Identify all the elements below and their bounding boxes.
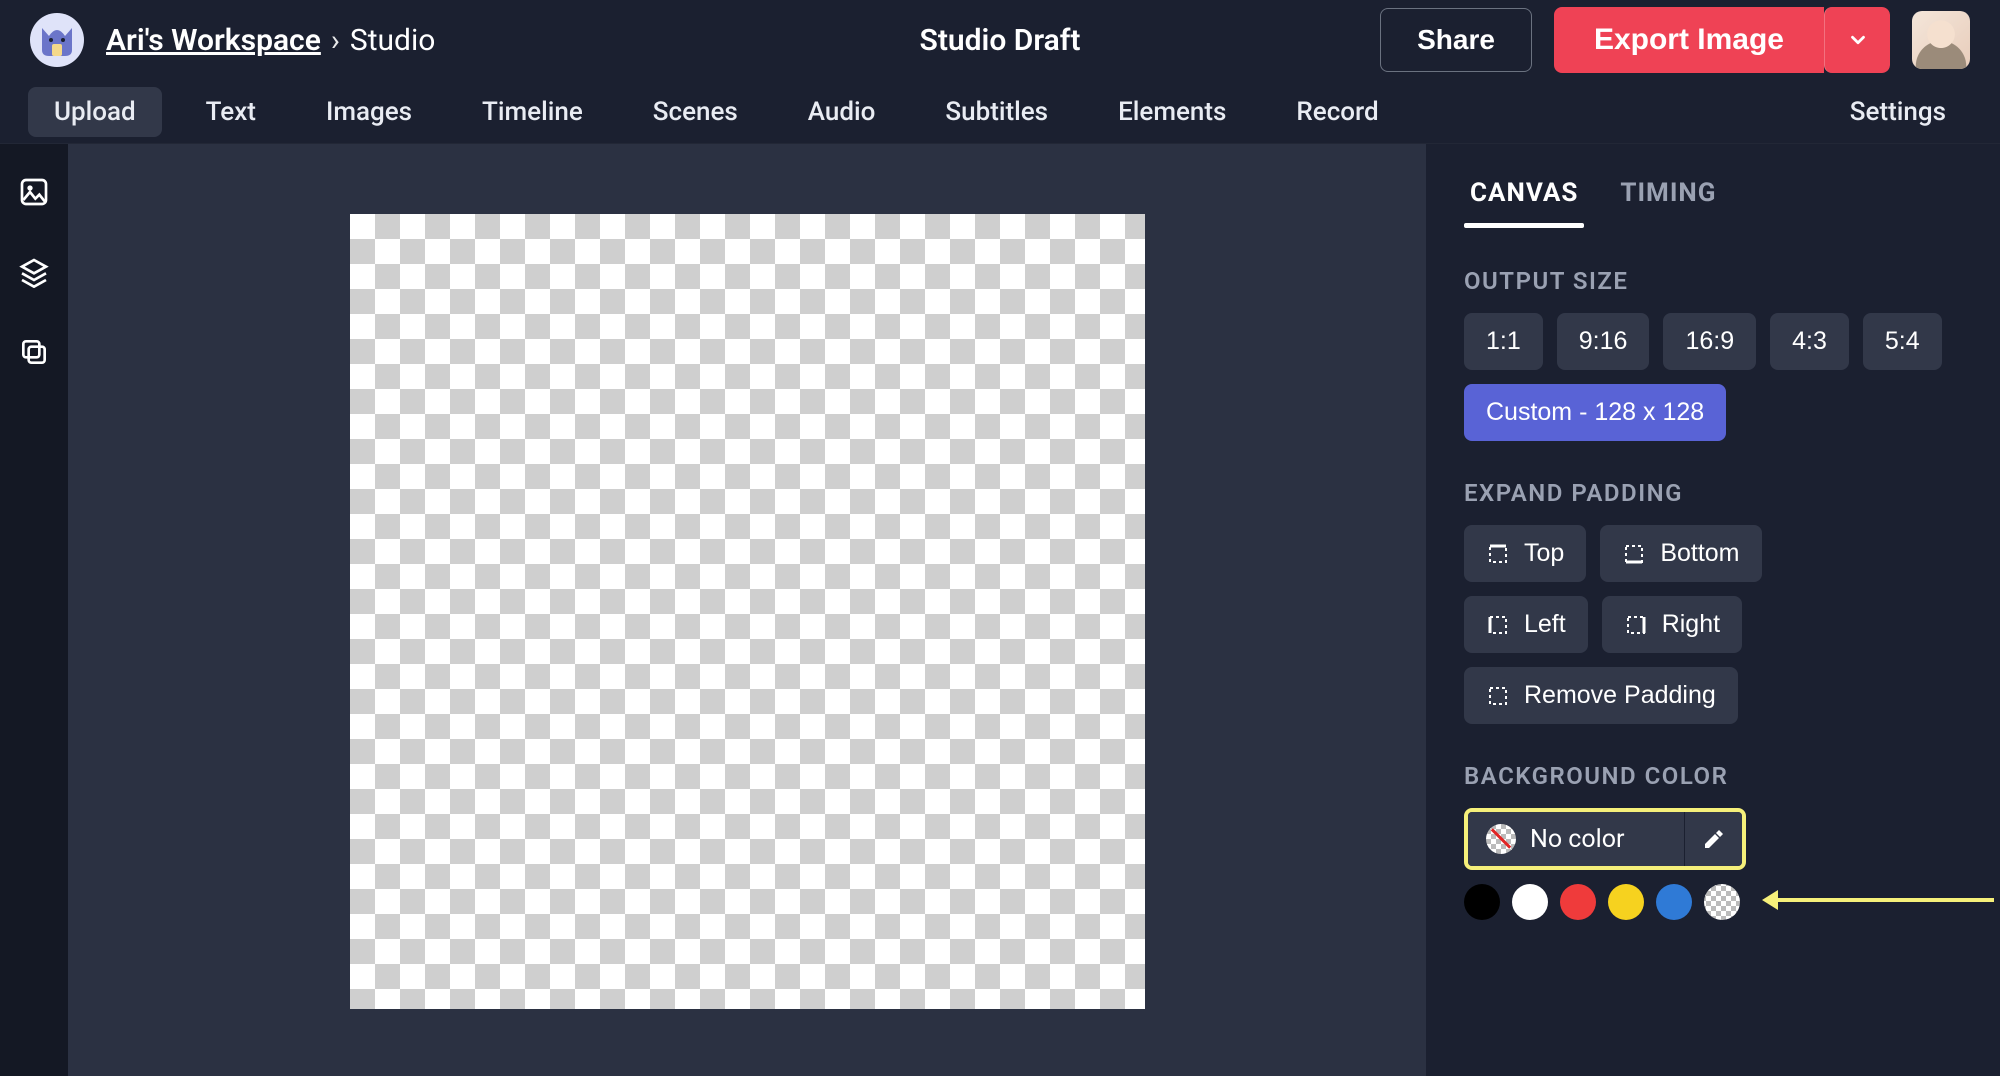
tool-images[interactable]: Images bbox=[300, 87, 438, 137]
workspace-link[interactable]: Ari's Workspace bbox=[106, 23, 321, 58]
swatch-red[interactable] bbox=[1560, 884, 1596, 920]
ratio-5-4[interactable]: 5:4 bbox=[1863, 313, 1942, 370]
padding-row-3: Remove Padding bbox=[1464, 667, 1976, 724]
breadcrumb: Ari's Workspace › Studio bbox=[106, 23, 435, 58]
output-size-title: OUTPUT SIZE bbox=[1464, 267, 1976, 295]
background-color-title: BACKGROUND COLOR bbox=[1464, 762, 1976, 790]
padding-left-label: Left bbox=[1524, 610, 1566, 639]
swatch-yellow[interactable] bbox=[1608, 884, 1644, 920]
padding-bottom-label: Bottom bbox=[1660, 539, 1739, 568]
remove-padding-icon bbox=[1486, 684, 1510, 708]
custom-size-button[interactable]: Custom - 128 x 128 bbox=[1464, 384, 1726, 441]
padding-top-icon bbox=[1486, 542, 1510, 566]
ratio-16-9[interactable]: 16:9 bbox=[1663, 313, 1756, 370]
padding-right-label: Right bbox=[1662, 610, 1720, 639]
breadcrumb-separator: › bbox=[331, 23, 340, 58]
document-title[interactable]: Studio Draft bbox=[920, 23, 1081, 58]
cat-logo-icon bbox=[37, 20, 77, 60]
padding-bottom-button[interactable]: Bottom bbox=[1600, 525, 1761, 582]
layers-icon[interactable] bbox=[16, 254, 52, 290]
export-image-button[interactable]: Export Image bbox=[1554, 7, 1824, 73]
export-group: Export Image bbox=[1554, 7, 1890, 73]
share-button[interactable]: Share bbox=[1380, 8, 1532, 72]
swatch-black[interactable] bbox=[1464, 884, 1500, 920]
tool-record[interactable]: Record bbox=[1270, 87, 1404, 137]
tool-timeline[interactable]: Timeline bbox=[456, 87, 609, 137]
eyedropper-icon bbox=[1702, 827, 1726, 851]
expand-padding-title: EXPAND PADDING bbox=[1464, 479, 1976, 507]
padding-right-icon bbox=[1624, 613, 1648, 637]
main-toolbar: Upload Text Images Timeline Scenes Audio… bbox=[0, 80, 2000, 144]
custom-size-row: Custom - 128 x 128 bbox=[1464, 384, 1976, 441]
properties-panel: CANVAS TIMING OUTPUT SIZE 1:1 9:16 16:9 … bbox=[1426, 144, 2000, 1076]
padding-left-icon bbox=[1486, 613, 1510, 637]
left-icon-bar bbox=[0, 144, 68, 1076]
image-icon[interactable] bbox=[16, 174, 52, 210]
padding-top-button[interactable]: Top bbox=[1464, 525, 1586, 582]
ratio-1-1[interactable]: 1:1 bbox=[1464, 313, 1543, 370]
aspect-ratio-row: 1:1 9:16 16:9 4:3 5:4 bbox=[1464, 313, 1976, 370]
padding-bottom-icon bbox=[1622, 542, 1646, 566]
background-color-button[interactable]: No color bbox=[1468, 812, 1684, 866]
ratio-9-16[interactable]: 9:16 bbox=[1557, 313, 1650, 370]
padding-row-2: Left Right bbox=[1464, 596, 1976, 653]
export-dropdown-button[interactable] bbox=[1824, 7, 1890, 73]
tool-settings[interactable]: Settings bbox=[1824, 87, 1972, 137]
tool-elements[interactable]: Elements bbox=[1092, 87, 1252, 137]
remove-padding-button[interactable]: Remove Padding bbox=[1464, 667, 1738, 724]
copy-icon[interactable] bbox=[16, 334, 52, 370]
ratio-4-3[interactable]: 4:3 bbox=[1770, 313, 1849, 370]
swatch-transparent[interactable] bbox=[1704, 884, 1740, 920]
padding-row-1: Top Bottom bbox=[1464, 525, 1976, 582]
background-color-control: No color bbox=[1464, 808, 1746, 870]
user-avatar[interactable] bbox=[1912, 11, 1970, 69]
tool-scenes[interactable]: Scenes bbox=[627, 87, 764, 137]
background-color-label: No color bbox=[1530, 825, 1624, 854]
tool-upload[interactable]: Upload bbox=[28, 87, 162, 137]
chevron-down-icon bbox=[1847, 29, 1869, 51]
annotation-arrow bbox=[1774, 898, 1994, 906]
main-area: CANVAS TIMING OUTPUT SIZE 1:1 9:16 16:9 … bbox=[0, 144, 2000, 1076]
app-header: Ari's Workspace › Studio Studio Draft Sh… bbox=[0, 0, 2000, 80]
tool-audio[interactable]: Audio bbox=[782, 87, 902, 137]
padding-right-button[interactable]: Right bbox=[1602, 596, 1742, 653]
canvas-area bbox=[68, 144, 1426, 1076]
tool-text[interactable]: Text bbox=[180, 87, 282, 137]
canvas[interactable] bbox=[350, 214, 1145, 1009]
eyedropper-button[interactable] bbox=[1684, 812, 1742, 866]
header-actions: Share Export Image bbox=[1380, 7, 1970, 73]
swatch-white[interactable] bbox=[1512, 884, 1548, 920]
tab-timing[interactable]: TIMING bbox=[1614, 162, 1722, 228]
tab-canvas[interactable]: CANVAS bbox=[1464, 162, 1584, 228]
panel-tabs: CANVAS TIMING bbox=[1464, 162, 1976, 229]
no-color-swatch-icon bbox=[1486, 824, 1516, 854]
breadcrumb-page: Studio bbox=[350, 23, 436, 58]
tool-subtitles[interactable]: Subtitles bbox=[919, 87, 1074, 137]
app-logo bbox=[30, 13, 84, 67]
padding-top-label: Top bbox=[1524, 539, 1564, 568]
swatch-blue[interactable] bbox=[1656, 884, 1692, 920]
padding-left-button[interactable]: Left bbox=[1464, 596, 1588, 653]
remove-padding-label: Remove Padding bbox=[1524, 681, 1716, 710]
swatch-row bbox=[1464, 884, 1976, 920]
